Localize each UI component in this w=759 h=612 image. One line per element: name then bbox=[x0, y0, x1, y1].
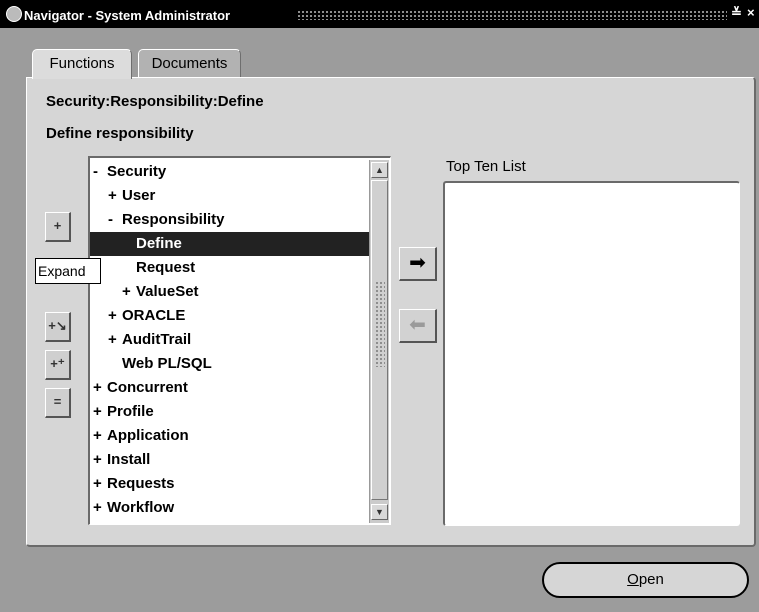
expand-node-icon: + bbox=[93, 475, 102, 492]
tree-item-label: Workflow bbox=[107, 499, 175, 516]
tab-documents[interactable]: Documents bbox=[138, 49, 241, 77]
expand-branch-button[interactable]: +↘ bbox=[45, 312, 71, 342]
expand-branch-icon: +↘ bbox=[48, 318, 67, 333]
tree-item-label: Profile bbox=[107, 403, 154, 420]
tree-item-label: Web PL/SQL bbox=[122, 355, 212, 372]
tree-item-label: Security bbox=[107, 163, 167, 180]
tree-item[interactable]: - Security bbox=[90, 160, 370, 184]
expand-button[interactable]: + bbox=[45, 212, 71, 242]
open-label: pen bbox=[638, 571, 664, 588]
tree-item[interactable]: + User bbox=[90, 184, 370, 208]
tree-item-label: Install bbox=[107, 451, 151, 468]
top-ten-list[interactable] bbox=[443, 181, 740, 526]
function-path: Security:Responsibility:Define bbox=[46, 93, 264, 110]
expand-all-button[interactable]: +⁺ bbox=[45, 350, 71, 380]
expand-node-icon: + bbox=[108, 187, 117, 204]
tree-item[interactable]: + Concurrent bbox=[90, 376, 370, 400]
expand-node-icon: + bbox=[108, 331, 117, 348]
function-tree[interactable]: - Security + User - Responsibility Define Reque… bbox=[88, 156, 391, 525]
tab-functions[interactable]: Functions bbox=[32, 49, 132, 79]
arrow-right-icon: ➡ bbox=[409, 252, 426, 274]
tree-item[interactable]: + Requests bbox=[90, 472, 370, 496]
title-bar-grip[interactable] bbox=[297, 10, 727, 20]
tree-item[interactable]: + Workflow bbox=[90, 496, 370, 520]
collapse-node-icon: - bbox=[108, 211, 113, 228]
tree-item-label: Application bbox=[107, 427, 189, 444]
close-icon[interactable]: × bbox=[747, 5, 755, 20]
tree-item[interactable]: + ORACLE bbox=[90, 304, 370, 328]
tree-item[interactable]: + ValueSet bbox=[90, 280, 370, 304]
expand-icon: + bbox=[53, 218, 62, 233]
title-bar: Navigator - System Administrator ≚ × bbox=[0, 0, 759, 28]
window-title: Navigator - System Administrator bbox=[24, 8, 231, 23]
expand-node-icon: + bbox=[108, 307, 117, 324]
tree-item-label: ORACLE bbox=[122, 307, 186, 324]
expand-tooltip: Expand bbox=[35, 258, 101, 284]
tree-item[interactable]: + Profile bbox=[90, 400, 370, 424]
collapse-all-button[interactable]: = bbox=[45, 388, 71, 418]
expand-node-icon: + bbox=[93, 403, 102, 420]
tree-item-label: Requests bbox=[107, 475, 175, 492]
scroll-thumb[interactable] bbox=[371, 180, 388, 500]
app-globe-icon bbox=[6, 6, 22, 22]
tree-item[interactable]: Define bbox=[90, 232, 370, 256]
tree-item-label: Responsibility bbox=[122, 211, 225, 228]
collapse-node-icon: - bbox=[93, 163, 98, 180]
tree-item[interactable]: + Install bbox=[90, 448, 370, 472]
scroll-grip bbox=[375, 281, 385, 367]
expand-node-icon: + bbox=[93, 499, 102, 516]
expand-node-icon: + bbox=[122, 283, 131, 300]
scroll-down-icon[interactable]: ▼ bbox=[371, 504, 388, 520]
tree-item-label: AuditTrail bbox=[122, 331, 192, 348]
scroll-up-icon[interactable]: ▲ bbox=[371, 162, 388, 178]
tree-item-label: ValueSet bbox=[136, 283, 199, 300]
open-button[interactable]: Open bbox=[542, 562, 749, 598]
tree-item[interactable]: Request bbox=[90, 256, 370, 280]
tree-item[interactable]: + Application bbox=[90, 424, 370, 448]
tree-item[interactable]: - Responsibility bbox=[90, 208, 370, 232]
tree-item[interactable]: + AuditTrail bbox=[90, 328, 370, 352]
expand-node-icon: + bbox=[93, 427, 102, 444]
arrow-left-icon: ⬅ bbox=[409, 314, 426, 336]
tree-item[interactable]: Web PL/SQL bbox=[90, 352, 370, 376]
tree-item-label: Define bbox=[136, 235, 182, 252]
tree-scrollbar[interactable]: ▲ ▼ bbox=[369, 160, 389, 523]
expand-node-icon: + bbox=[93, 451, 102, 468]
collapse-all-icon: = bbox=[53, 394, 62, 409]
tree-item-label: Request bbox=[136, 259, 196, 276]
tree-item-label: User bbox=[122, 187, 156, 204]
open-mnemonic: O bbox=[627, 571, 639, 588]
top-ten-label: Top Ten List bbox=[446, 158, 526, 175]
minimize-icon[interactable]: ≚ bbox=[731, 5, 742, 21]
expand-all-icon: +⁺ bbox=[50, 356, 65, 371]
add-to-top-ten-button[interactable]: ➡ bbox=[399, 247, 437, 281]
expand-node-icon: + bbox=[93, 379, 102, 396]
remove-from-top-ten-button[interactable]: ⬅ bbox=[399, 309, 437, 343]
tree-item-label: Concurrent bbox=[107, 379, 188, 396]
function-description: Define responsibility bbox=[46, 125, 194, 142]
